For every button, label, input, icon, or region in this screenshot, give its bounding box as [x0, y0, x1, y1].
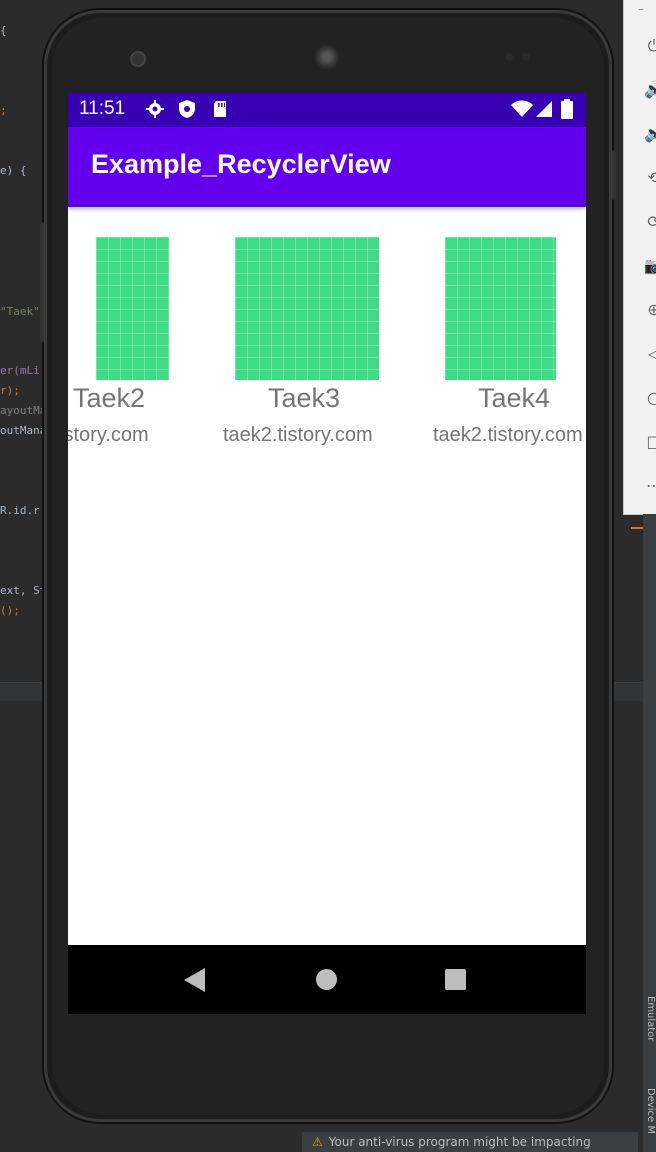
- item-thumbnail: [235, 237, 379, 380]
- code-line: outMana: [0, 424, 47, 437]
- status-bar: 11:51: [68, 93, 586, 127]
- list-item[interactable]: Taek4 taek2.tistory.com: [428, 207, 586, 467]
- item-name: Taek4: [478, 383, 551, 413]
- volume-down-icon[interactable]: 🔉: [644, 122, 656, 146]
- device-screen: 11:51 Example_RecyclerView Taek2 story.c…: [68, 93, 586, 1014]
- phone-side-button: [612, 150, 616, 200]
- emulator-tab[interactable]: Emulator: [645, 996, 656, 1041]
- phone-speaker: [314, 44, 340, 70]
- front-camera: [130, 51, 146, 67]
- zoom-icon[interactable]: ⊕: [644, 298, 656, 322]
- item-url: taek2.tistory.com: [223, 424, 373, 446]
- minimize-button[interactable]: –: [638, 2, 644, 16]
- home-icon[interactable]: ○: [644, 386, 656, 410]
- phone-side-button: [40, 222, 44, 342]
- code-line: ();: [0, 604, 20, 617]
- nav-recents-icon[interactable]: [445, 969, 466, 990]
- nav-back-icon[interactable]: [184, 968, 205, 992]
- settings-icon: [146, 100, 164, 118]
- volume-up-icon[interactable]: 🔊: [644, 78, 656, 102]
- rotate-right-icon[interactable]: ⟳: [644, 210, 656, 234]
- code-line: e) {: [0, 164, 27, 177]
- nav-home-icon[interactable]: [316, 969, 337, 990]
- code-line: er(mLi: [0, 364, 40, 377]
- code-line: r);: [0, 384, 20, 397]
- app-title: Example_RecyclerView: [91, 149, 391, 179]
- power-icon[interactable]: ⏻: [644, 34, 656, 58]
- code-line: {: [0, 24, 7, 37]
- shield-icon: [179, 100, 195, 118]
- navigation-bar: [68, 945, 586, 1014]
- recycler-view[interactable]: Taek2 taek2.tistory.com Taek3 taek2.tist…: [68, 207, 586, 945]
- more-icon[interactable]: ⋯: [644, 474, 656, 498]
- code-line: ;: [0, 104, 7, 117]
- wifi-icon: [511, 100, 533, 117]
- item-url: taek2.tistory.com: [68, 424, 149, 446]
- code-line: ayoutMa: [0, 404, 47, 417]
- phone-sensor: [522, 53, 530, 61]
- back-icon[interactable]: ◁: [644, 342, 656, 366]
- sd-card-icon: [214, 101, 226, 117]
- item-thumbnail: [96, 237, 169, 380]
- device-manager-tab[interactable]: Device M: [645, 1088, 656, 1134]
- warning-text: Your anti-virus program might be impacti…: [328, 1135, 591, 1149]
- warning-notification[interactable]: ⚠ Your anti-virus program might be impact…: [302, 1132, 638, 1152]
- item-thumbnail: [445, 237, 556, 380]
- emulator-toolbar: – ⏻ 🔊 🔉 ⟲ ⟳ 📷 ⊕ ◁ ○ □ ⋯: [623, 0, 656, 515]
- battery-icon: [561, 99, 573, 119]
- item-name: Taek3: [268, 383, 341, 413]
- phone-sensor: [505, 53, 513, 61]
- overview-icon[interactable]: □: [644, 430, 656, 454]
- camera-icon[interactable]: 📷: [644, 254, 656, 278]
- editor-marker: [631, 527, 643, 529]
- item-name: Taek2: [73, 383, 146, 413]
- list-item[interactable]: Taek2 taek2.tistory.com: [68, 207, 186, 467]
- app-bar: Example_RecyclerView: [68, 127, 586, 207]
- code-line: R.id.r: [0, 504, 40, 517]
- rotate-left-icon[interactable]: ⟲: [644, 166, 656, 190]
- ide-side-strip: [643, 514, 656, 1152]
- code-line: ext, St: [0, 584, 47, 597]
- signal-icon: [536, 101, 552, 117]
- code-line: "Taek": [0, 305, 40, 318]
- warning-icon: ⚠: [312, 1135, 323, 1149]
- item-url: taek2.tistory.com: [433, 424, 583, 446]
- list-item[interactable]: Taek3 taek2.tistory.com: [218, 207, 408, 467]
- status-time: 11:51: [79, 98, 126, 119]
